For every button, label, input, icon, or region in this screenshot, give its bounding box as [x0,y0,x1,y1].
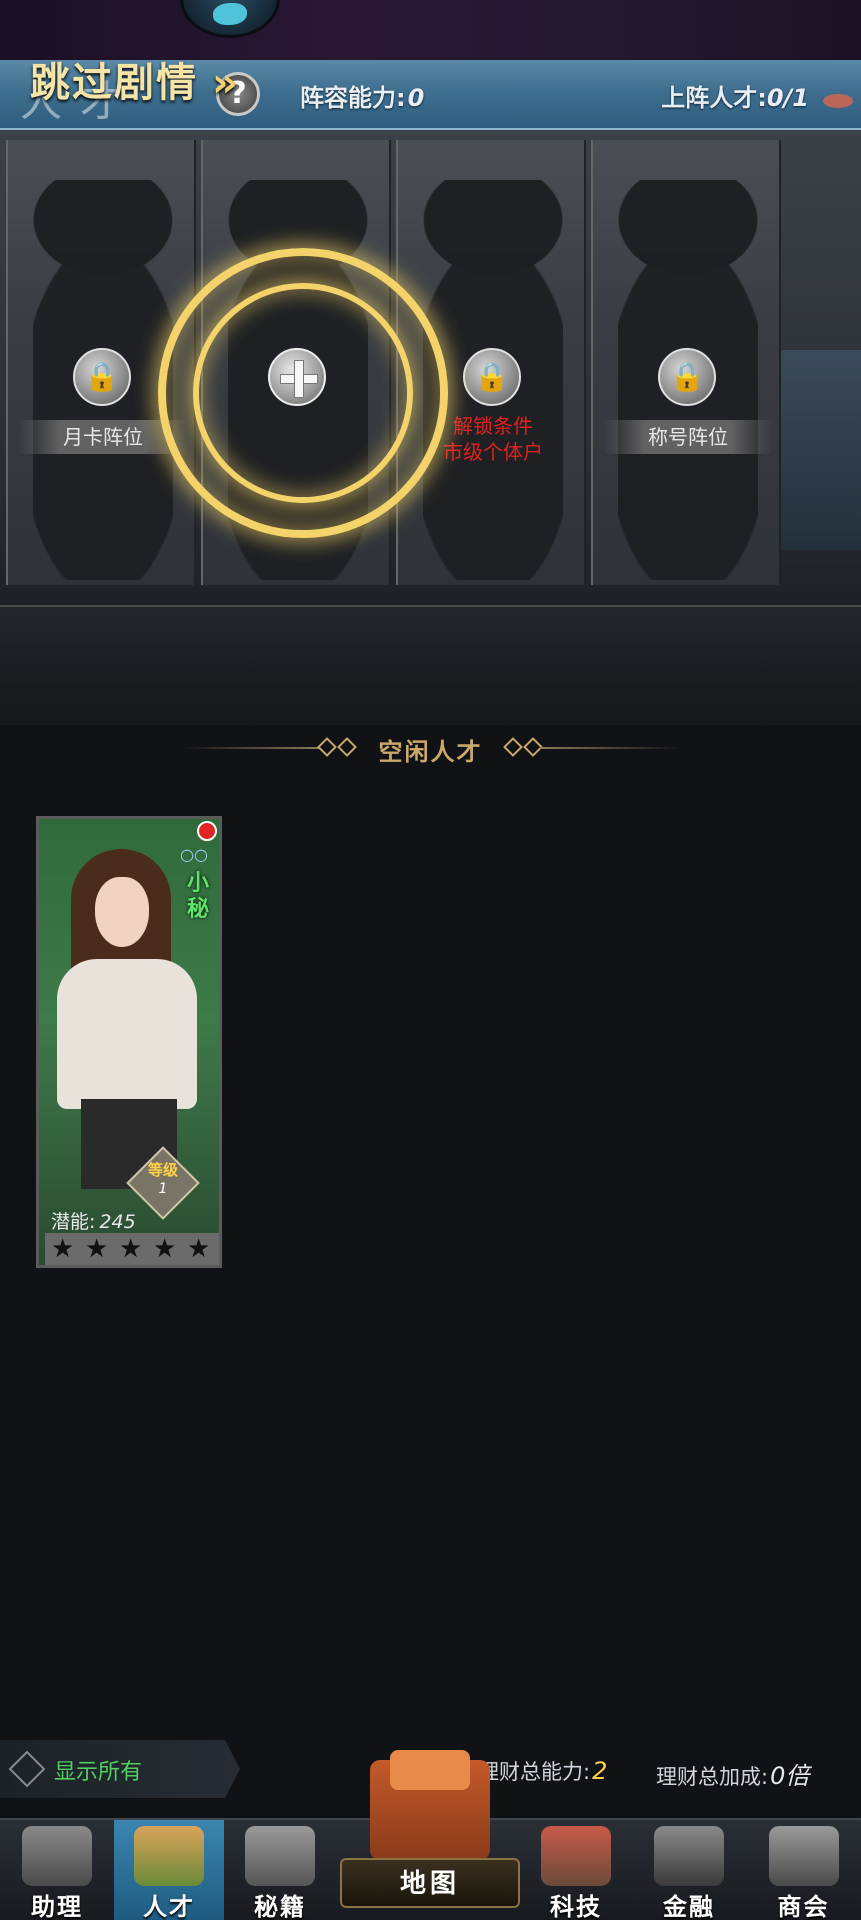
lock-icon: 🔒 [463,348,521,406]
talent-role: 小秘 [186,871,209,922]
show-all-button[interactable]: 显示所有 [0,1740,240,1798]
skip-story-label: 跳过剧情 [30,60,198,106]
nav-label: 助理 [31,1893,83,1920]
show-all-label: 显示所有 [54,1760,143,1785]
onteam-value: 0/1 [766,84,809,112]
talent-icon [134,1826,204,1886]
potential: 潜能: 245 [51,1207,136,1234]
divider-line-right [540,747,680,749]
nav-finance[interactable]: 金融 [632,1820,746,1920]
finance-bonus-label: 理财总加成: [656,1765,769,1789]
portrait-face [95,877,149,947]
nav-label: 秘籍 [254,1893,306,1920]
finance-icon [654,1826,724,1886]
tech-icon [541,1826,611,1886]
star-icon: ★ [85,1234,109,1264]
notification-dot [197,821,217,841]
fish-icon [213,3,247,25]
player-avatar[interactable] [180,0,280,38]
nav-secret-book[interactable]: 秘籍 [224,1820,336,1920]
secret-book-icon [245,1826,315,1886]
header-decoration [823,94,853,108]
finance-bonus-value: 0倍 [770,1762,810,1790]
nav-map[interactable]: 地图 [340,1750,520,1920]
nav-talent[interactable]: 人才 [114,1820,224,1920]
nav-assistant[interactable]: 助理 [0,1820,114,1920]
level-value: 1 [158,1181,168,1197]
assistant-icon [22,1826,92,1886]
potential-label: 潜能: [51,1211,96,1233]
diamond-icon [8,1750,46,1788]
slot-label: 称号阵位 [603,420,773,454]
nav-label: 金融 [663,1893,715,1920]
lock-icon: 🔒 [73,348,131,406]
nav-label: 科技 [550,1893,602,1920]
map-icon-roof [390,1750,470,1790]
double-chevron-icon: » [212,60,240,106]
potential-value: 245 [99,1211,136,1233]
level-label: 等级 [147,1161,178,1179]
portrait-blouse [57,959,197,1109]
lineup-ability: 阵容能力:0 [300,78,424,113]
star-icon: ★ [153,1234,177,1264]
skip-story-button[interactable]: 跳过剧情 » [30,50,240,108]
nav-label: 人才 [143,1893,195,1920]
chamber-icon [768,1826,839,1886]
background-window [771,350,861,550]
idle-talent-title: 空闲人才 [378,738,483,766]
onteam-label: 上阵人才: [661,84,767,112]
talent-card[interactable]: ○○ 小秘 等级 1 潜能: 245 ★ ★ ★ ★ ★ [36,816,222,1268]
bottom-nav: 助理 人才 秘籍 地图 科技 金融 商会 [0,1750,861,1920]
nav-label: 商会 [777,1893,830,1920]
star-icon: ★ [119,1234,143,1264]
finance-total-bonus: 理财总加成:0倍 [656,1756,809,1791]
lineup-ability-label: 阵容能力: [300,84,406,112]
nav-tech[interactable]: 科技 [520,1820,632,1920]
nav-label: 地图 [399,1869,460,1899]
slot-title[interactable]: 🔒 称号阵位 [591,140,781,585]
section-divider [0,605,861,725]
nav-chamber[interactable]: 商会 [746,1820,861,1920]
tutorial-highlight-ring-inner [193,283,413,503]
lock-icon: 🔒 [658,348,716,406]
lineup-ability-value: 0 [407,84,425,112]
finance-total-value: 2 [592,1757,608,1785]
onteam-count: 上阵人才:0/1 [661,78,809,113]
talent-portrait [47,849,197,1189]
star-rating: ★ ★ ★ ★ ★ [45,1233,219,1265]
star-icon: ★ [51,1234,75,1264]
star-icon: ★ [187,1234,211,1264]
glasses-icon: ○○ [180,845,208,864]
